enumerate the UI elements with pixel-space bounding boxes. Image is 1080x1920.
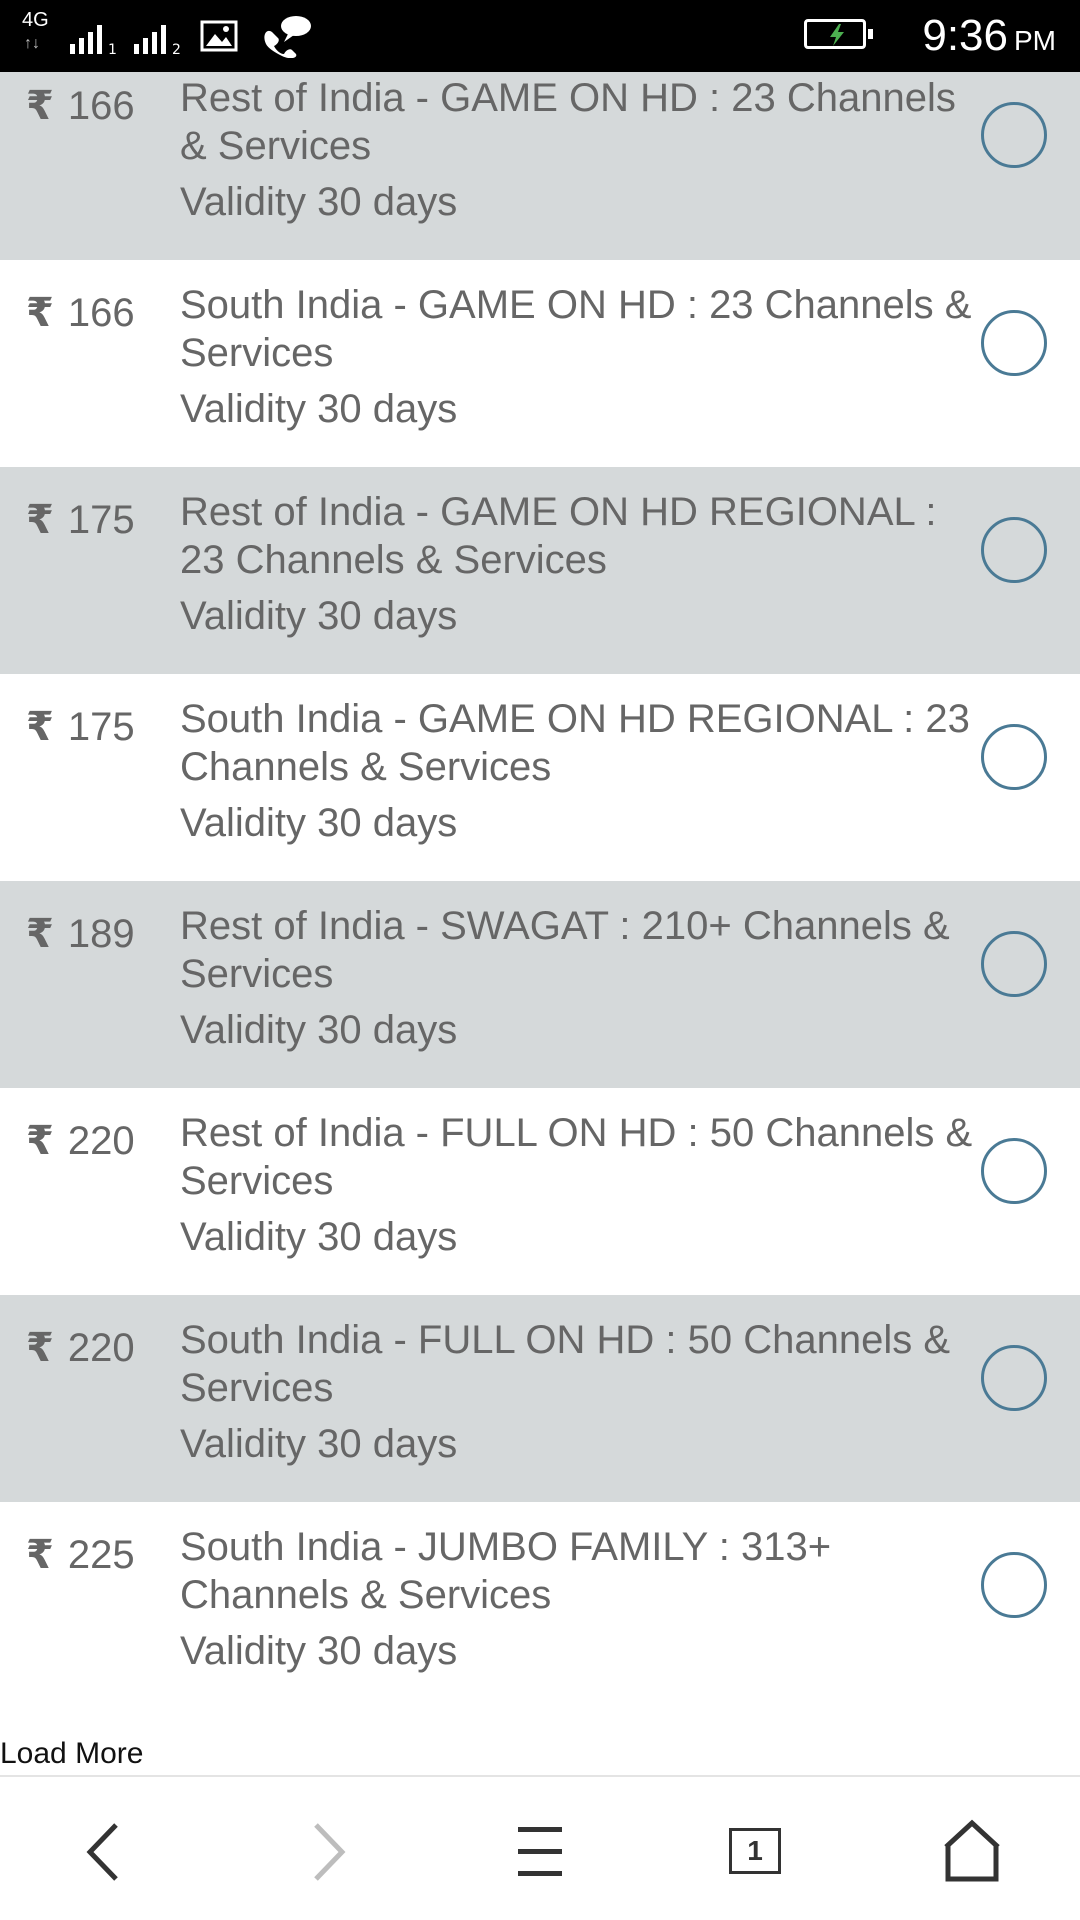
plan-validity: Validity 30 days xyxy=(180,180,458,224)
rupee-symbol: ₹ xyxy=(26,1119,54,1163)
plan-row[interactable]: ₹225 South India - JUMBO FAMILY : 313+ C… xyxy=(0,1502,1080,1709)
signal-sim2-icon: 2 xyxy=(134,22,190,59)
plan-radio-button[interactable] xyxy=(981,724,1047,790)
status-clock: 9:36 PM xyxy=(922,12,1056,65)
plan-price: ₹175 xyxy=(26,703,135,751)
battery-charging-icon xyxy=(804,19,873,49)
plan-price: ₹166 xyxy=(26,82,135,130)
plan-price-value: 225 xyxy=(67,1533,135,1577)
plan-details: Rest of India - SWAGAT : 210+ Channels &… xyxy=(180,902,980,1054)
rupee-symbol: ₹ xyxy=(26,498,54,542)
plan-price: ₹220 xyxy=(26,1117,135,1165)
sim2-index: 2 xyxy=(172,42,181,54)
plan-price-value: 220 xyxy=(67,1119,135,1163)
plan-row[interactable]: ₹166 South India - GAME ON HD : 23 Chann… xyxy=(0,260,1080,467)
plan-radio-button[interactable] xyxy=(981,1138,1047,1204)
status-bar: 4G ↑↓ 1 2 9:36 PM xyxy=(0,0,1080,72)
plan-details: South India - JUMBO FAMILY : 313+ Channe… xyxy=(180,1523,980,1675)
charging-bolt-icon xyxy=(830,24,844,46)
clock-ampm: PM xyxy=(1014,25,1056,56)
plan-title: Rest of India - FULL ON HD : 50 Channels… xyxy=(180,1111,973,1203)
plan-row[interactable]: ₹166 Rest of India - GAME ON HD : 23 Cha… xyxy=(0,72,1080,260)
plan-details: Rest of India - GAME ON HD : 23 Channels… xyxy=(180,74,980,226)
load-more-link[interactable]: Load More xyxy=(0,1736,143,1772)
plan-radio-button[interactable] xyxy=(981,310,1047,376)
plan-row[interactable]: ₹189 Rest of India - SWAGAT : 210+ Chann… xyxy=(0,881,1080,1088)
message-icon xyxy=(260,14,312,63)
plan-validity: Validity 30 days xyxy=(180,801,458,845)
plan-price: ₹225 xyxy=(26,1531,135,1579)
back-button[interactable] xyxy=(66,1817,146,1887)
plan-price: ₹220 xyxy=(26,1324,135,1372)
plan-validity: Validity 30 days xyxy=(180,387,458,431)
plan-validity: Validity 30 days xyxy=(180,1629,458,1673)
plan-price-value: 166 xyxy=(67,84,135,128)
plan-row[interactable]: ₹175 Rest of India - GAME ON HD REGIONAL… xyxy=(0,467,1080,674)
plan-details: South India - GAME ON HD : 23 Channels &… xyxy=(180,281,980,433)
browser-bottom-nav: 1 xyxy=(0,1775,1080,1920)
plan-price-value: 220 xyxy=(67,1326,135,1370)
plan-validity: Validity 30 days xyxy=(180,1422,458,1466)
plan-price: ₹166 xyxy=(26,289,135,337)
rupee-symbol: ₹ xyxy=(26,1533,54,1577)
plan-details: Rest of India - FULL ON HD : 50 Channels… xyxy=(180,1109,980,1261)
plan-price-value: 189 xyxy=(67,912,135,956)
forward-button[interactable] xyxy=(286,1817,366,1887)
plan-title: South India - GAME ON HD : 23 Channels &… xyxy=(180,283,972,375)
rupee-symbol: ₹ xyxy=(26,705,54,749)
plan-price-value: 175 xyxy=(67,705,135,749)
forward-icon xyxy=(314,1823,346,1881)
rupee-symbol: ₹ xyxy=(26,84,54,128)
plan-list: ₹166 Rest of India - GAME ON HD : 23 Cha… xyxy=(0,72,1080,1772)
plan-radio-button[interactable] xyxy=(981,517,1047,583)
plan-price-value: 175 xyxy=(67,498,135,542)
home-icon xyxy=(944,1819,1000,1882)
data-activity-icon: ↑↓ xyxy=(24,35,40,52)
rupee-symbol: ₹ xyxy=(26,291,54,335)
plan-radio-button[interactable] xyxy=(981,102,1047,168)
plan-title: Rest of India - GAME ON HD REGIONAL : 23… xyxy=(180,490,937,582)
rupee-symbol: ₹ xyxy=(26,1326,54,1370)
plan-radio-button[interactable] xyxy=(981,931,1047,997)
menu-button[interactable] xyxy=(500,1817,580,1887)
menu-icon xyxy=(518,1827,562,1876)
plan-details: South India - GAME ON HD REGIONAL : 23 C… xyxy=(180,695,980,847)
plan-price-value: 166 xyxy=(67,291,135,335)
rupee-symbol: ₹ xyxy=(26,912,54,956)
back-icon xyxy=(86,1823,118,1881)
network-type-label: 4G xyxy=(22,9,49,31)
plan-title: South India - FULL ON HD : 50 Channels &… xyxy=(180,1318,950,1410)
plan-details: South India - FULL ON HD : 50 Channels &… xyxy=(180,1316,980,1468)
plan-price: ₹175 xyxy=(26,496,135,544)
battery-tip xyxy=(868,29,873,39)
plan-title: Rest of India - GAME ON HD : 23 Channels… xyxy=(180,76,956,168)
plan-validity: Validity 30 days xyxy=(180,1008,458,1052)
plan-radio-button[interactable] xyxy=(981,1345,1047,1411)
plan-row[interactable]: ₹220 South India - FULL ON HD : 50 Chann… xyxy=(0,1295,1080,1502)
tabs-icon: 1 xyxy=(729,1828,781,1874)
plan-title: Rest of India - SWAGAT : 210+ Channels &… xyxy=(180,904,950,996)
gallery-icon xyxy=(200,20,238,57)
home-button[interactable] xyxy=(932,1817,1012,1887)
plan-validity: Validity 30 days xyxy=(180,1215,458,1259)
plan-title: South India - GAME ON HD REGIONAL : 23 C… xyxy=(180,697,970,789)
clock-time: 9:36 xyxy=(922,11,1008,60)
plan-validity: Validity 30 days xyxy=(180,594,458,638)
plan-title: South India - JUMBO FAMILY : 313+ Channe… xyxy=(180,1525,832,1617)
plan-row[interactable]: ₹220 Rest of India - FULL ON HD : 50 Cha… xyxy=(0,1088,1080,1295)
plan-row[interactable]: ₹175 South India - GAME ON HD REGIONAL :… xyxy=(0,674,1080,881)
sim1-index: 1 xyxy=(108,42,117,54)
signal-sim1-icon: 1 xyxy=(70,22,126,59)
tabs-button[interactable]: 1 xyxy=(716,1817,796,1887)
plan-radio-button[interactable] xyxy=(981,1552,1047,1618)
plan-price: ₹189 xyxy=(26,910,135,958)
plan-details: Rest of India - GAME ON HD REGIONAL : 23… xyxy=(180,488,980,640)
